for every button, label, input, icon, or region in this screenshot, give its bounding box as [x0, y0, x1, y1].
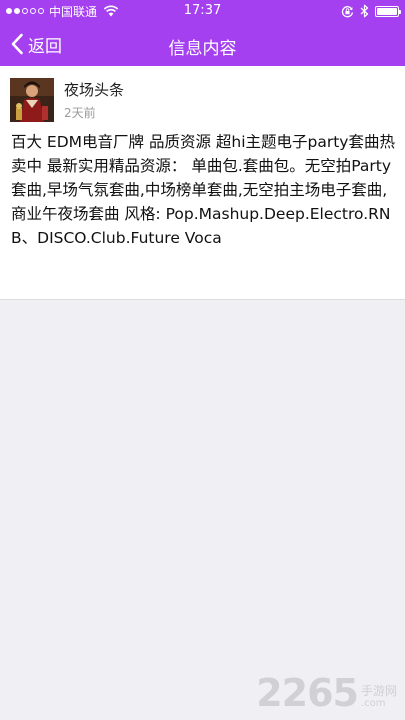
watermark-cn: 手游网 [360, 684, 397, 698]
post-time: 2天前 [64, 106, 96, 120]
post-card: 夜场头条 2天前 百大 EDM电音厂牌 品质资源 超hi主题电子party套曲热… [0, 66, 405, 300]
nav-bar: 返回 信息内容 [0, 22, 405, 66]
bluetooth-icon [360, 4, 369, 18]
page-title: 信息内容 [168, 39, 237, 59]
battery-level [377, 7, 397, 15]
status-right [341, 3, 401, 19]
watermark-side: 手游网 .com [361, 684, 397, 709]
watermark-domain: .com [360, 698, 386, 709]
status-bar: 中国联通 17:37 [0, 0, 405, 22]
battery-icon [375, 5, 401, 17]
watermark-number: 2265 [256, 671, 359, 715]
watermark-logo: 2265 手游网 .com [256, 674, 397, 712]
avatar-image [10, 78, 54, 122]
app-screen: 中国联通 17:37 返回 信息内容 夜场头条 2天前 百大 EDM电音厂牌 品… [0, 0, 405, 720]
post-content: 百大 EDM电音厂牌 品质资源 超hi主题电子party套曲热卖中 最新实用精品… [11, 133, 395, 247]
avatar[interactable] [10, 78, 54, 122]
rotation-lock-icon [341, 5, 354, 17]
author-name[interactable]: 夜场头条 [64, 79, 124, 100]
header: 中国联通 17:37 返回 信息内容 [0, 0, 405, 66]
